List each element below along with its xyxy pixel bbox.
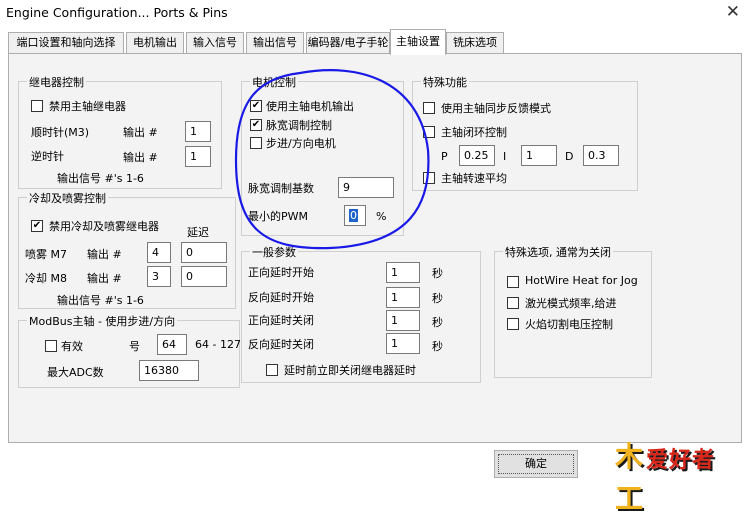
annotation-ellipse bbox=[234, 69, 430, 250]
watermark-text: 爱好者 bbox=[646, 448, 716, 473]
watermark-logo: 木工 爱好者 bbox=[606, 432, 746, 515]
ok-button[interactable]: 确定 bbox=[494, 450, 578, 478]
tab-spindle-setup[interactable]: 主轴设置 bbox=[390, 29, 446, 55]
annotation-ellipse-overlay bbox=[234, 69, 430, 250]
watermark-badge-icon: 木工 bbox=[614, 440, 643, 515]
ok-button-focus-ring bbox=[498, 454, 574, 474]
